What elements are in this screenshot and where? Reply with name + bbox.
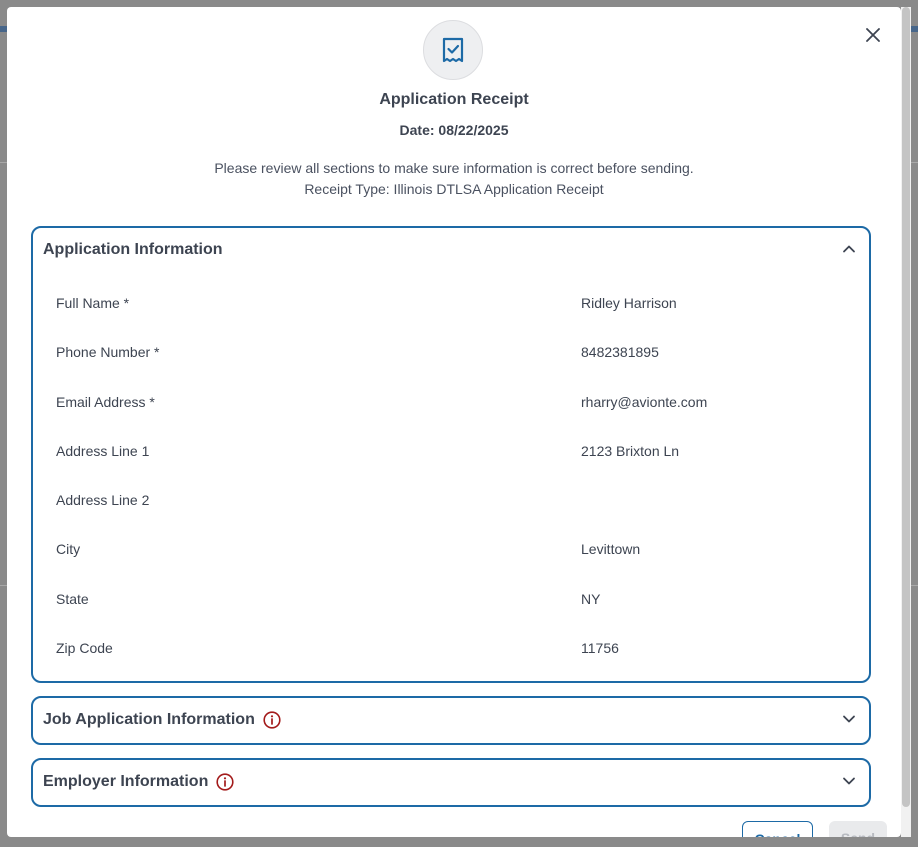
modal-description: Please review all sections to make sure … xyxy=(7,158,901,200)
chevron-down-icon[interactable] xyxy=(841,773,857,789)
field-label: Full Name * xyxy=(56,295,130,311)
field-value: NY xyxy=(581,590,601,607)
warning-info-icon xyxy=(263,711,281,729)
application-receipt-modal: Application Receipt Date: 08/22/2025 Ple… xyxy=(7,7,901,837)
field-row-city: City Levittown xyxy=(56,541,869,590)
field-row-full-name: Full Name * Ridley Harrison xyxy=(56,295,869,344)
job-application-information-header[interactable]: Job Application Information xyxy=(33,698,869,742)
background-divider xyxy=(0,585,7,586)
field-value: 11756 xyxy=(581,640,619,657)
background-divider xyxy=(911,162,918,163)
section-title: Application Information xyxy=(43,241,223,258)
chevron-up-icon[interactable] xyxy=(841,241,857,257)
field-label: Email Address * xyxy=(56,393,155,410)
close-button[interactable] xyxy=(863,25,883,45)
field-value: Ridley Harrison xyxy=(581,295,677,311)
field-label: Address Line 1 xyxy=(56,442,150,459)
field-row-phone-number: Phone Number * 8482381895 xyxy=(56,344,869,393)
job-application-information-section: Job Application Information xyxy=(31,696,871,745)
cancel-button[interactable]: Cancel xyxy=(742,821,813,837)
application-information-section: Application Information Full Name * Ridl… xyxy=(31,226,871,683)
modal-scrollbar-thumb[interactable] xyxy=(902,7,910,807)
warning-info-icon xyxy=(216,773,234,791)
field-label: State xyxy=(56,590,89,607)
application-fields: Full Name * Ridley Harrison Phone Number… xyxy=(33,272,869,689)
application-information-header[interactable]: Application Information xyxy=(33,228,869,272)
field-row-state: State NY xyxy=(56,591,869,640)
chevron-down-icon[interactable] xyxy=(841,711,857,727)
employer-information-header[interactable]: Employer Information xyxy=(33,760,869,804)
review-instructions: Please review all sections to make sure … xyxy=(214,160,694,176)
receipt-icon-badge xyxy=(423,20,483,80)
receipt-check-icon xyxy=(442,37,464,63)
field-row-address-line-1: Address Line 1 2123 Brixton Ln xyxy=(56,443,869,492)
field-value: rharry@avionte.com xyxy=(581,393,708,410)
field-label: Address Line 2 xyxy=(56,492,150,509)
receipt-type: Receipt Type: Illinois DTLSA Application… xyxy=(304,181,604,197)
field-row-zip-code: Zip Code 11756 xyxy=(56,640,869,689)
field-label: Zip Code xyxy=(56,640,113,657)
send-button[interactable]: Send xyxy=(829,821,887,837)
modal-title: Application Receipt xyxy=(379,91,529,108)
close-icon xyxy=(866,28,880,42)
section-title: Job Application Information xyxy=(43,711,255,728)
field-value: Levittown xyxy=(581,541,641,558)
background-divider xyxy=(0,162,7,163)
field-row-email-address: Email Address * rharry@avionte.com xyxy=(56,394,869,443)
field-value: 8482381895 xyxy=(581,344,659,361)
field-row-address-line-2: Address Line 2 xyxy=(56,492,869,541)
field-label: Phone Number * xyxy=(56,344,160,361)
employer-information-section: Employer Information xyxy=(31,758,871,807)
background-divider xyxy=(911,585,918,586)
field-value: 2123 Brixton Ln xyxy=(581,442,680,459)
section-title: Employer Information xyxy=(43,773,209,790)
field-label: City xyxy=(56,541,81,558)
receipt-date: Date: 08/22/2025 xyxy=(399,122,509,138)
